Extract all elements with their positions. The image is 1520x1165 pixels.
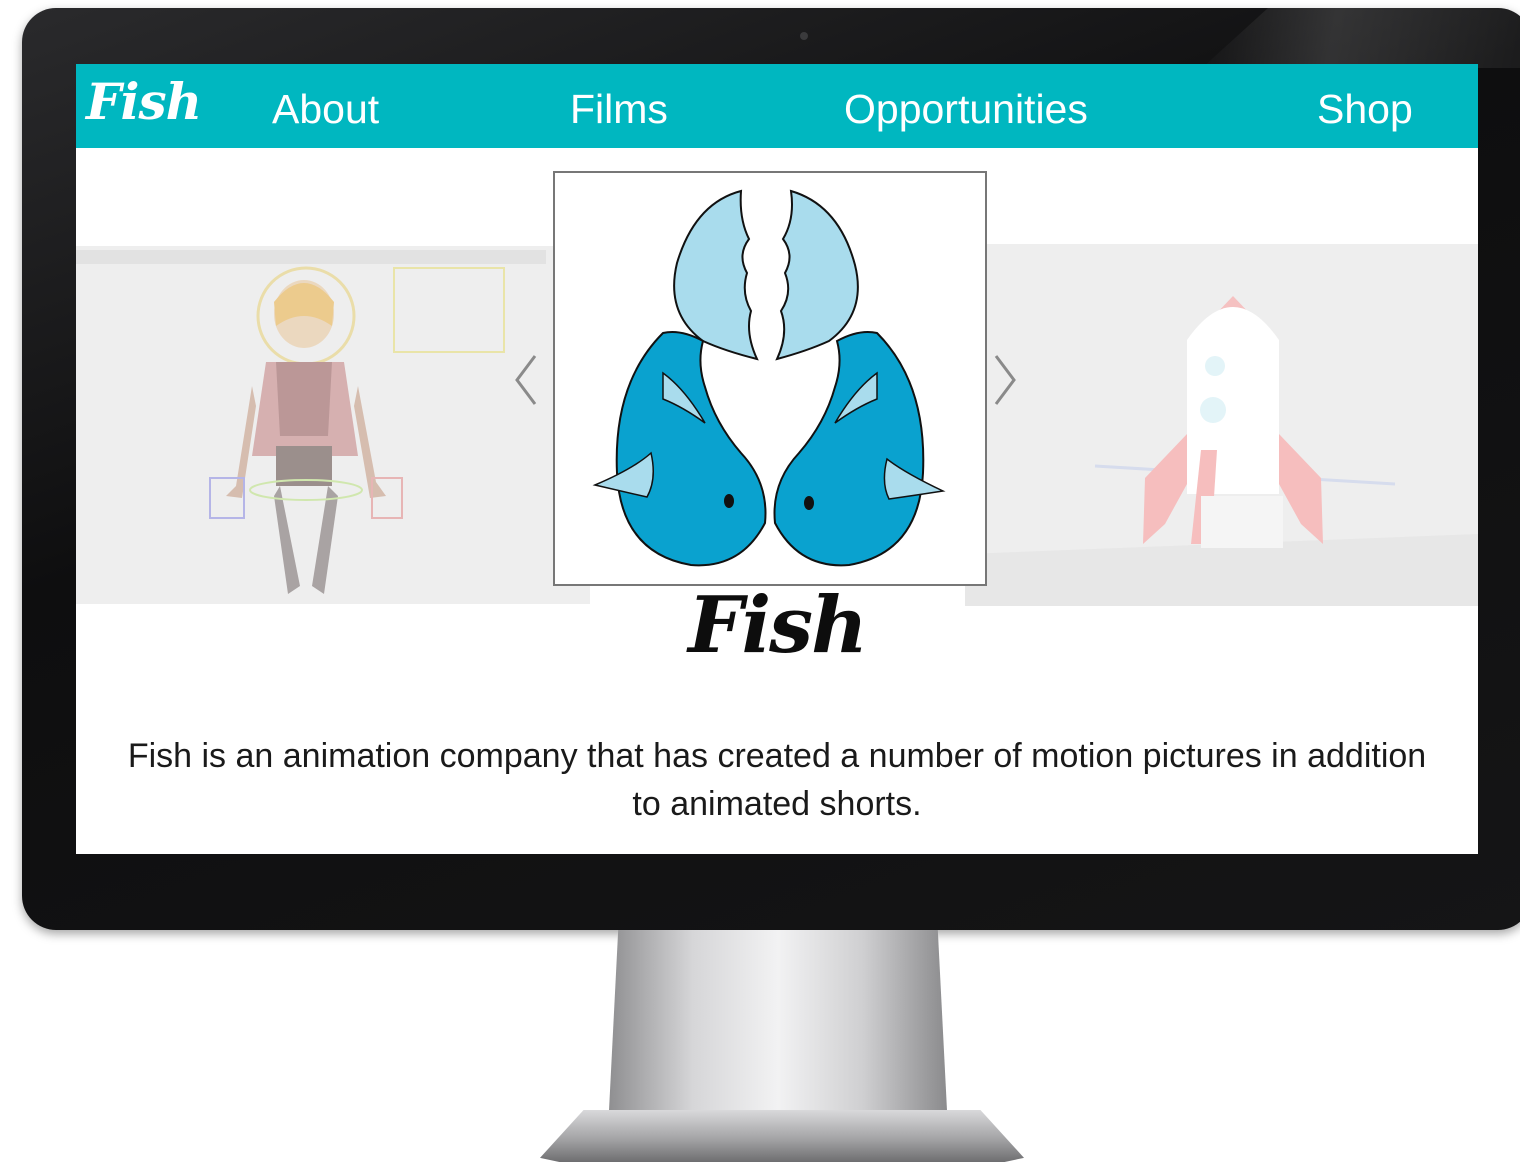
rocket-image	[965, 244, 1478, 606]
nav-link-shop[interactable]: Shop	[1317, 86, 1413, 133]
monitor-stand-base	[540, 1110, 1024, 1162]
nav-link-about[interactable]: About	[272, 86, 379, 133]
website-screen: Fish About Films Opportunities Shop Fish…	[76, 64, 1478, 854]
chevron-left-icon[interactable]	[509, 352, 543, 408]
character-rig-image	[76, 246, 590, 604]
nav-logo[interactable]: Fish	[86, 72, 202, 131]
carousel-slide-center[interactable]	[553, 171, 987, 586]
nav-link-films[interactable]: Films	[570, 86, 668, 133]
navbar: Fish About Films Opportunities Shop	[76, 64, 1478, 148]
camera-dot	[800, 32, 808, 40]
bezel-glare	[1202, 8, 1520, 68]
company-description: Fish is an animation company that has cr…	[127, 737, 1427, 823]
monitor-stand	[608, 930, 948, 1130]
carousel-slide-right[interactable]	[965, 244, 1478, 606]
brand-title: Fish	[688, 580, 868, 671]
nav-link-opportunities[interactable]: Opportunities	[844, 86, 1088, 133]
carousel-slide-left[interactable]	[76, 246, 590, 604]
chevron-right-icon[interactable]	[988, 352, 1022, 408]
fish-logo-image	[592, 189, 946, 567]
